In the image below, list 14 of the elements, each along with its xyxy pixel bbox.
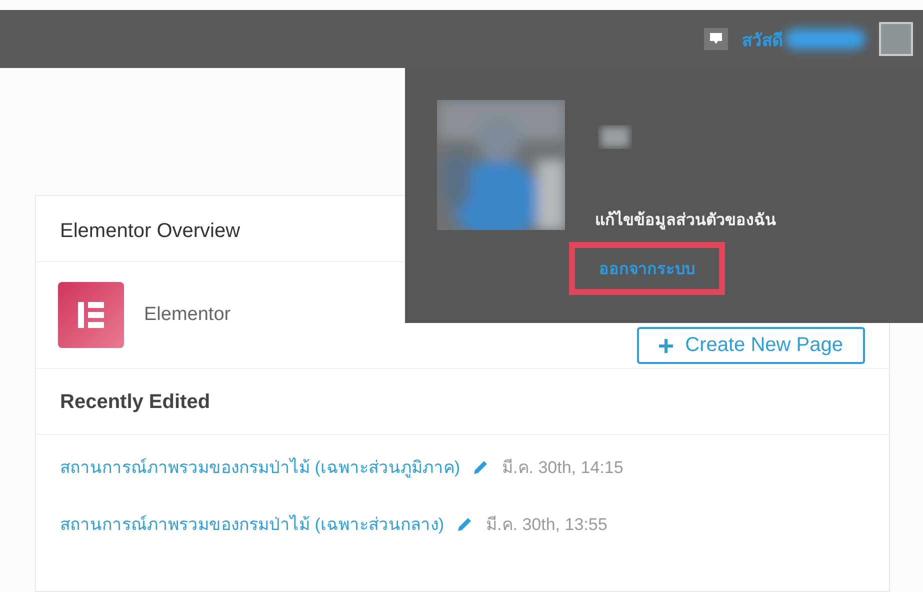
page-link[interactable]: สถานการณ์ภาพรวมของกรมป่าไม้ (เฉพาะส่วนภูมิภาค) — [60, 453, 460, 480]
page-link[interactable]: สถานการณ์ภาพรวมของกรมป่าไม้ (เฉพาะส่วนกลาง) — [60, 510, 444, 537]
comment-icon[interactable] — [704, 28, 728, 50]
create-page-button[interactable]: Create New Page — [637, 327, 865, 364]
greeting-text[interactable]: สวัสดี — [742, 26, 783, 52]
logout-link[interactable]: ออกจากระบบ — [599, 259, 695, 278]
section-heading: Recently Edited — [60, 391, 212, 414]
elementor-logo-icon — [58, 282, 124, 348]
plus-icon — [659, 338, 674, 352]
edit-profile-link[interactable]: แก้ไขข้อมูลส่วนตัวของฉัน — [595, 207, 776, 232]
edit-date: มี.ค. 30th, 14:15 — [502, 457, 624, 479]
product-name: Elementor — [144, 304, 232, 326]
avatar-icon[interactable] — [879, 22, 913, 56]
edit-date: มี.ค. 30th, 13:55 — [486, 514, 608, 536]
